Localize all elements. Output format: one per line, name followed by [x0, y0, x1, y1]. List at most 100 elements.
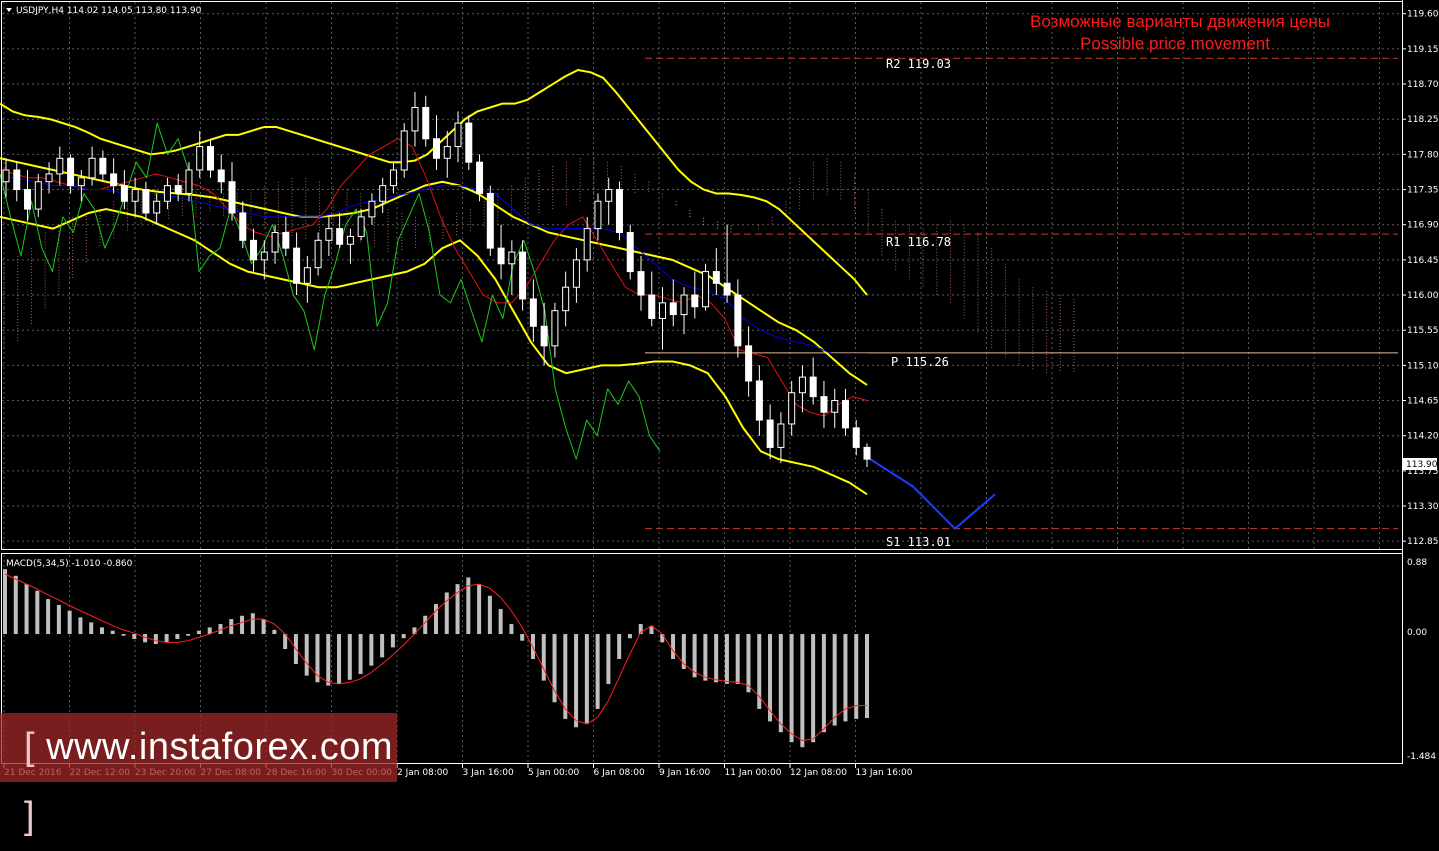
- macd-bar: [487, 595, 492, 635]
- macd-bar: [3, 569, 7, 635]
- macd-bar: [584, 634, 589, 724]
- level-label-s1: S1 113.01: [886, 535, 951, 549]
- candle-body: [142, 189, 150, 214]
- candle-body: [508, 251, 516, 265]
- candle-body: [486, 192, 494, 249]
- candle-body: [648, 294, 656, 319]
- time-tick-label: 5 Jan 00:00: [528, 768, 580, 778]
- macd-bar: [196, 630, 201, 635]
- macd-bar: [617, 634, 622, 659]
- candle-body: [303, 267, 311, 284]
- macd-bar: [390, 634, 395, 648]
- candle-body: [712, 271, 720, 284]
- candle-body: [174, 185, 182, 194]
- time-tick-label: 11 Jan 00:00: [725, 768, 782, 778]
- watermark-bracket-open: [: [24, 726, 36, 768]
- candle-body: [228, 181, 236, 214]
- candle-body: [691, 294, 699, 308]
- macd-bar: [789, 634, 794, 743]
- watermark: [ www.instaforex.com ]: [0, 713, 397, 837]
- candle-body: [529, 298, 537, 327]
- candle-body: [702, 271, 710, 308]
- macd-bar: [509, 624, 514, 635]
- candle-body: [400, 130, 408, 171]
- candle-body: [185, 169, 193, 194]
- macd-bar: [520, 634, 525, 641]
- candle-body: [250, 239, 258, 261]
- macd-bar: [434, 604, 438, 635]
- candle-body: [120, 185, 128, 202]
- annotation-title-ru: Возможные варианты движения цены: [1030, 12, 1330, 31]
- macd-bar: [272, 629, 277, 635]
- macd-bar: [347, 634, 352, 680]
- level-label-p: P 115.26: [891, 355, 949, 369]
- candle-body: [99, 157, 107, 175]
- price-tick-label: 119.15: [1407, 45, 1439, 55]
- candle-body: [77, 177, 85, 187]
- time-tick-label: 13 Jan 16:00: [856, 768, 913, 778]
- candle-body: [196, 146, 204, 171]
- candle-body: [153, 200, 161, 214]
- macd-bar: [541, 634, 546, 681]
- candle-body: [755, 380, 763, 421]
- candle-body: [562, 286, 570, 312]
- candle-body: [2, 169, 10, 183]
- macd-bar: [821, 634, 826, 733]
- candle-body: [163, 185, 171, 202]
- price-tick-label: 117.35: [1407, 186, 1439, 196]
- macd-bar: [250, 613, 255, 635]
- macd-bar: [778, 634, 783, 733]
- price-tick-label: 116.45: [1407, 256, 1439, 266]
- price-tick-label: 118.25: [1407, 115, 1439, 125]
- macd-bar: [735, 634, 740, 684]
- candle-body: [659, 302, 667, 319]
- candle-body: [798, 376, 806, 394]
- macd-bar: [671, 634, 676, 659]
- candle-body: [368, 200, 376, 218]
- chart-stage: 119.60 119.15 118.70 118.25 117.80 117.35 116.…: [0, 0, 1439, 782]
- level-label-r2: R2 119.03: [886, 57, 951, 71]
- candle-body: [605, 189, 613, 202]
- macd-bar: [24, 584, 29, 635]
- candle-body: [831, 400, 839, 413]
- candle-body: [820, 396, 828, 413]
- macd-bar: [56, 604, 61, 635]
- macd-bar: [811, 634, 816, 743]
- candle-body: [379, 185, 387, 202]
- candle-body: [680, 294, 688, 316]
- macd-bar: [164, 634, 169, 643]
- macd-bar: [369, 634, 374, 666]
- candle-body: [583, 228, 591, 261]
- macd-bar: [46, 599, 51, 635]
- macd-bar: [175, 634, 180, 640]
- candle-body: [422, 106, 430, 140]
- price-tick-label: 112.85: [1407, 537, 1439, 547]
- candle-body: [766, 419, 774, 448]
- macd-bar: [358, 634, 363, 674]
- candle-body: [497, 247, 505, 265]
- macd-bar: [326, 634, 331, 686]
- macd-bar: [67, 610, 72, 635]
- candle-body: [809, 376, 817, 398]
- candle-body: [669, 302, 677, 316]
- candle-body: [454, 122, 462, 148]
- watermark-bracket-close: ]: [24, 795, 36, 837]
- price-tick-label: 117.80: [1407, 150, 1439, 160]
- candle-body: [45, 173, 53, 183]
- macd-bar: [89, 622, 94, 635]
- time-tick-label: 9 Jan 16:00: [659, 768, 711, 778]
- macd-bar: [110, 630, 115, 635]
- candle-body: [734, 294, 742, 347]
- candle-body: [465, 122, 473, 163]
- time-tick-label: 12 Jan 08:00: [790, 768, 847, 778]
- candle-body: [217, 169, 225, 183]
- macd-bar: [401, 634, 406, 639]
- candle-body: [88, 157, 96, 179]
- price-tick-label: 115.55: [1407, 326, 1439, 336]
- symbol-header: USDJPY,H4 114.02 114.05 113.80 113.90: [16, 6, 202, 16]
- candle-body: [271, 232, 279, 253]
- candle-body: [110, 173, 118, 187]
- macd-tick-bottom: -1.484: [1407, 752, 1436, 762]
- macd-bar: [304, 634, 309, 676]
- candle-body: [476, 161, 484, 194]
